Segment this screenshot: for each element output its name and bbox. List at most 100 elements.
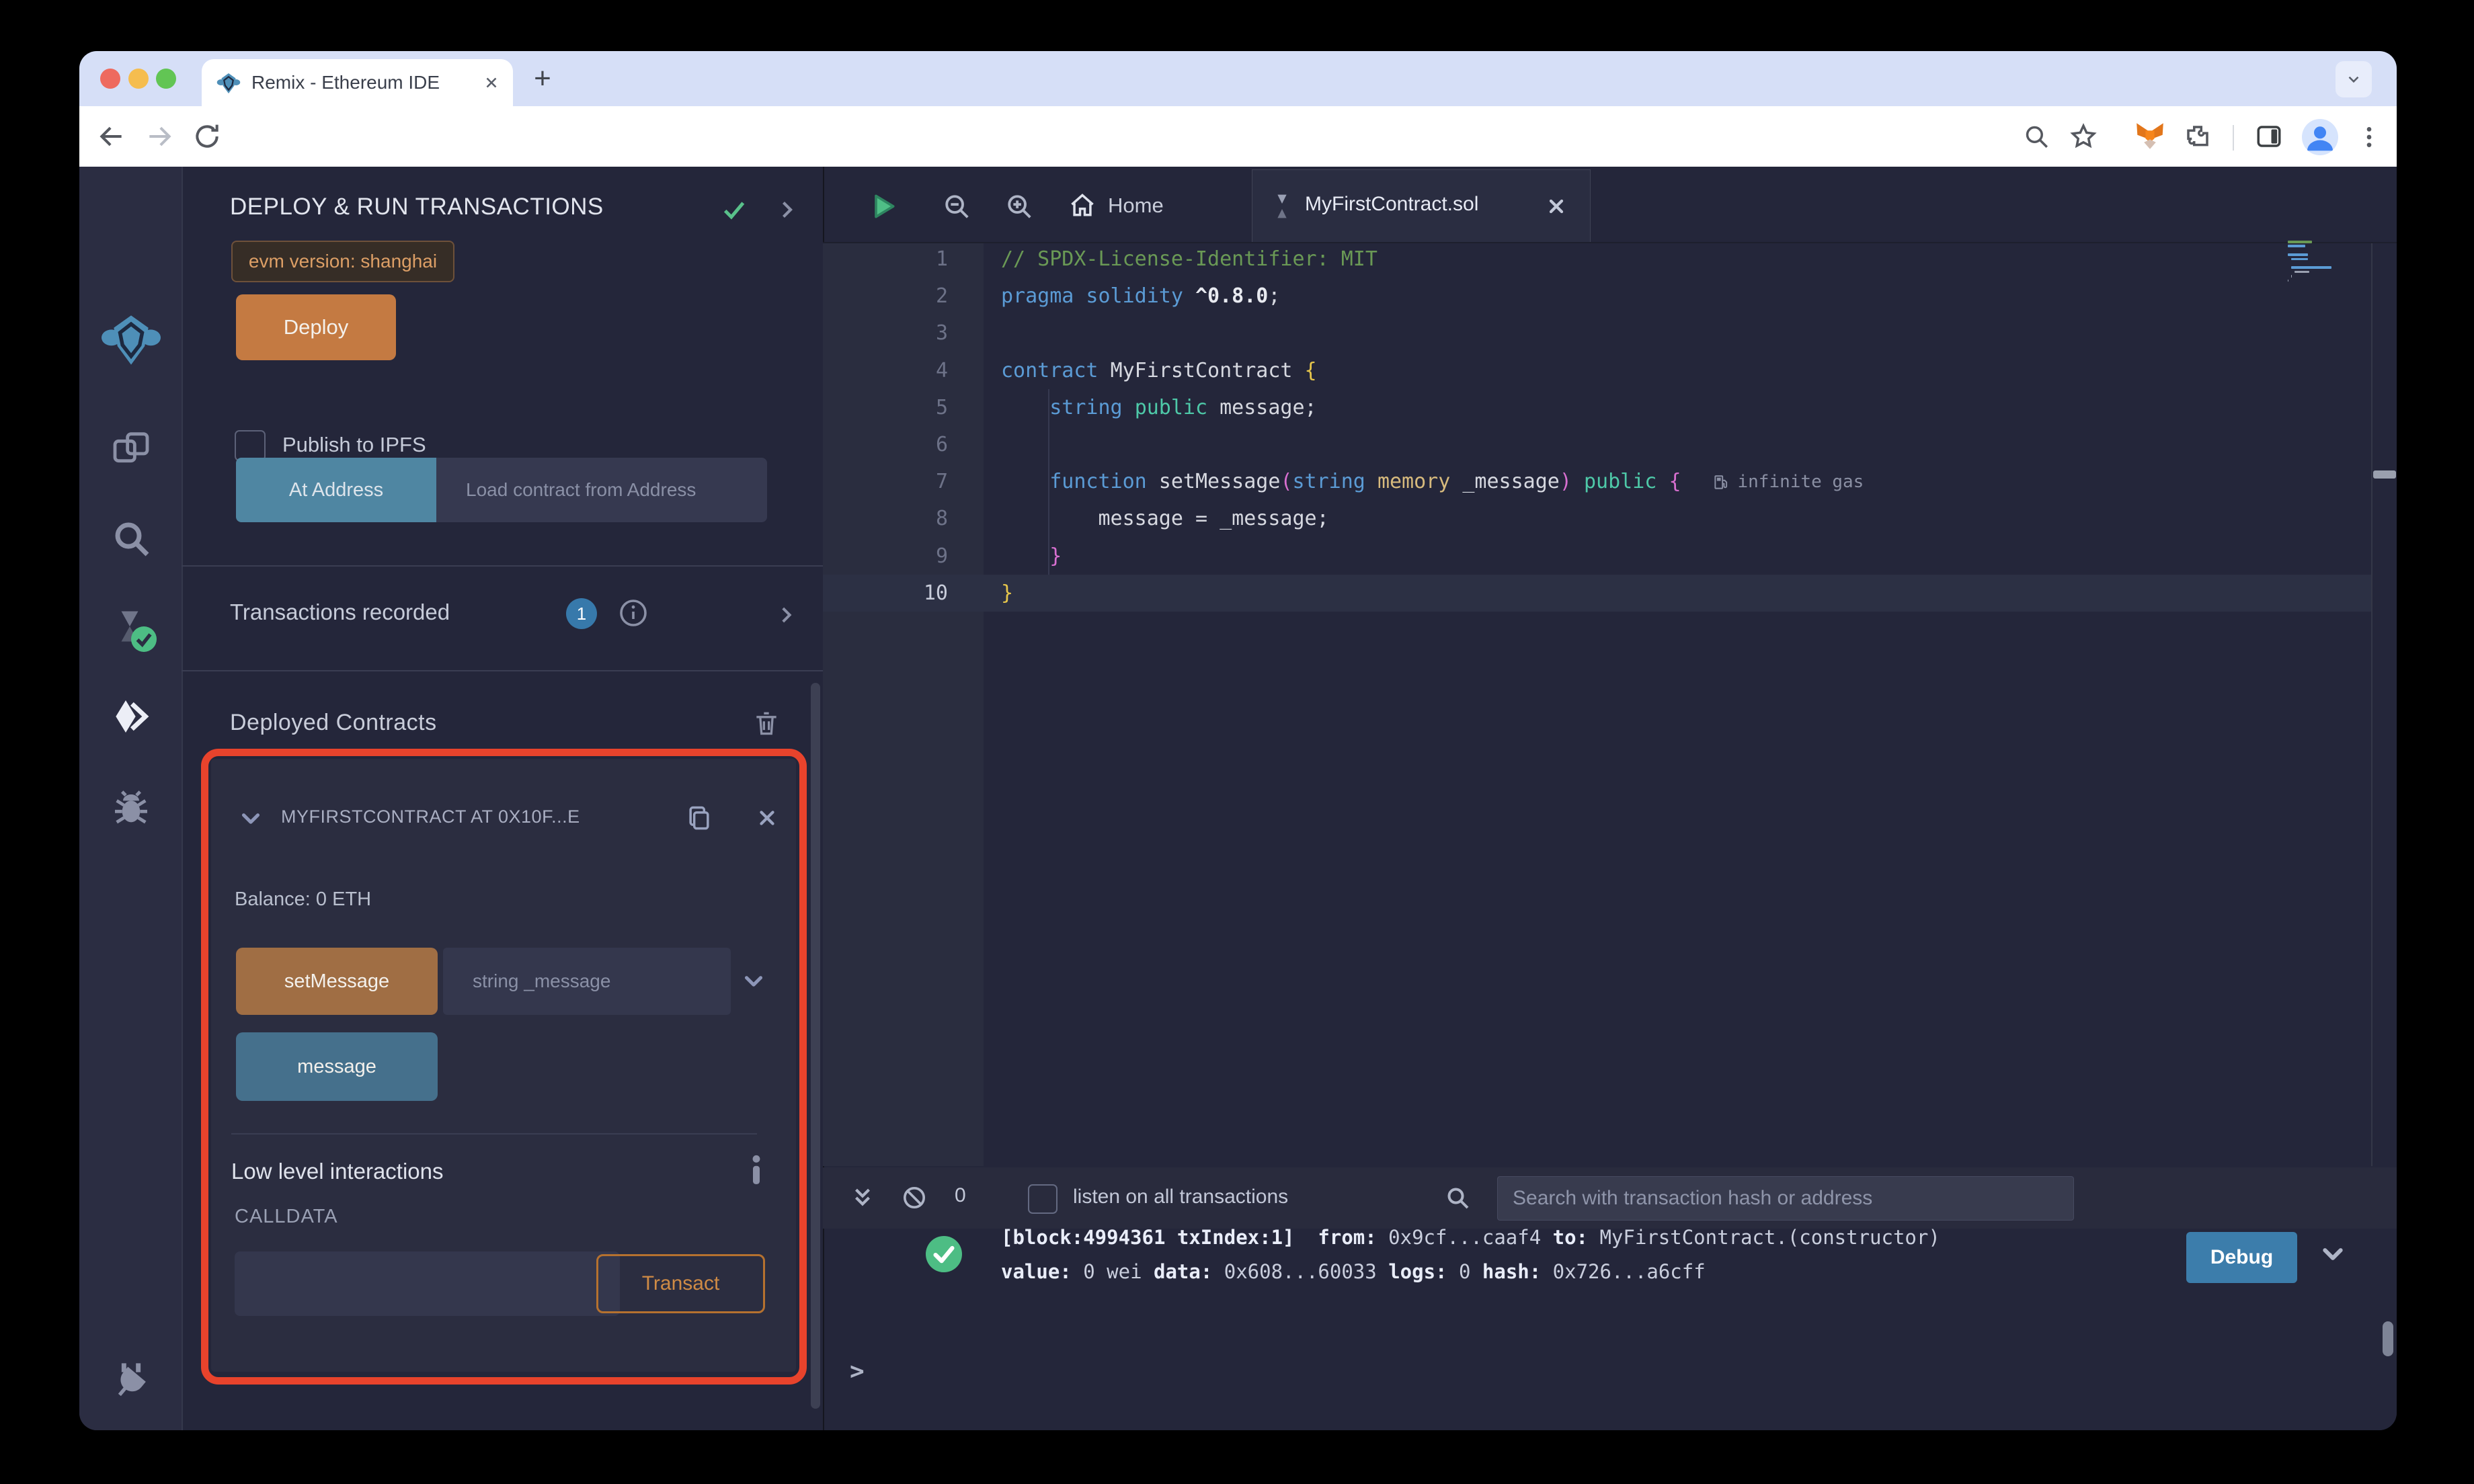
debug-button[interactable]: Debug <box>2186 1232 2297 1283</box>
code-editor[interactable]: 1// SPDX-License-Identifier: MIT 2 pragma … <box>823 241 2371 612</box>
calldata-input[interactable] <box>235 1251 620 1316</box>
log-expand-chevron-icon[interactable] <box>2319 1241 2346 1268</box>
back-icon[interactable] <box>97 122 126 151</box>
terminal-log: [block:4994361 txIndex:1] from: 0x9cf...… <box>1001 1221 2265 1289</box>
terminal-scrollbar[interactable] <box>2383 1321 2393 1356</box>
bookmark-star-icon[interactable] <box>2069 122 2098 151</box>
contract-collapse-chevron-icon[interactable] <box>238 807 264 831</box>
set-message-input[interactable] <box>443 948 731 1015</box>
file-explorer-icon[interactable] <box>110 427 153 470</box>
tab-home[interactable]: Home <box>1068 186 1164 226</box>
transactions-recorded-label: Transactions recorded <box>230 600 450 624</box>
terminal-prompt[interactable]: > <box>850 1358 865 1385</box>
panel-scrollbar[interactable] <box>811 683 820 1409</box>
listen-checkbox[interactable] <box>1028 1184 1058 1214</box>
clear-console-icon[interactable] <box>901 1184 928 1211</box>
contract-close-icon[interactable] <box>756 807 779 829</box>
browser-toolbar: remix.ethereum.org/#lang=en&optimize=fal… <box>79 106 2397 212</box>
code-line: 8 message = _message; <box>935 507 1329 531</box>
code-line: 6 <box>935 432 948 456</box>
publish-ipfs-label: Publish to IPFS <box>282 433 426 456</box>
menu-kebab-icon[interactable] <box>2356 124 2383 151</box>
run-script-play-icon[interactable] <box>869 191 898 222</box>
code-line: 10} <box>823 574 2371 612</box>
minimap[interactable] <box>2288 241 2358 294</box>
low-level-title: Low level interactions <box>231 1159 444 1184</box>
panel-expand-chevron-icon[interactable] <box>774 198 799 222</box>
home-tab-label: Home <box>1108 194 1164 217</box>
zoom-in-icon[interactable] <box>1004 191 1035 222</box>
deployed-contracts-title: Deployed Contracts <box>230 710 437 735</box>
new-tab-button[interactable]: + <box>526 62 559 95</box>
side-panel-icon[interactable] <box>2255 122 2283 151</box>
solidity-file-icon <box>1271 193 1293 220</box>
reload-icon[interactable] <box>192 122 222 151</box>
forward-icon[interactable] <box>145 122 174 151</box>
icon-panel <box>79 167 183 1430</box>
terminal-search-input[interactable] <box>1497 1176 2074 1221</box>
trash-icon[interactable] <box>752 707 781 739</box>
code-line: 7 function setMessage(string memory _mes… <box>823 463 2371 500</box>
tab-myfirstcontract[interactable]: MyFirstContract.sol <box>1252 169 1591 243</box>
search-icon[interactable] <box>110 517 153 560</box>
tab-title: Remix - Ethereum IDE <box>251 72 440 93</box>
transactions-info-icon[interactable] <box>617 597 649 629</box>
file-tab-label: MyFirstContract.sol <box>1305 193 1479 215</box>
evm-version-badge: evm version: shanghai <box>231 241 454 282</box>
log-line: [block:4994361 txIndex:1] from: 0x9cf...… <box>1001 1226 1952 1249</box>
browser-window: Remix - Ethereum IDE + remix.ethereum.or… <box>79 51 2397 1430</box>
traffic-light-close[interactable] <box>100 69 120 89</box>
transact-button[interactable]: Transact <box>596 1254 765 1313</box>
remix-logo-icon[interactable] <box>102 311 161 370</box>
traffic-light-zoom[interactable] <box>156 69 176 89</box>
gas-pump-icon: infinite gas <box>1712 464 1864 501</box>
set-message-expand-chevron-icon[interactable] <box>741 969 766 993</box>
compiled-check-icon <box>131 626 157 652</box>
section-divider <box>182 565 823 567</box>
tab-close-icon[interactable] <box>483 74 500 91</box>
terminal-bar: 0 listen on all transactions <box>823 1167 2397 1229</box>
at-address-input[interactable] <box>436 458 767 522</box>
debugger-bug-icon[interactable] <box>110 786 153 829</box>
metamask-icon[interactable] <box>2135 122 2165 151</box>
zoom-out-icon[interactable] <box>941 191 972 222</box>
profile-avatar[interactable] <box>2302 119 2338 155</box>
deploy-run-icon[interactable] <box>110 695 153 738</box>
editor-scrollbar-mark[interactable] <box>2373 470 2396 479</box>
code-line: 9 } <box>935 544 1062 568</box>
section-divider <box>182 670 823 671</box>
publish-ipfs-checkbox[interactable] <box>235 430 266 461</box>
contract-balance: Balance: 0 ETH <box>235 889 372 910</box>
browser-tab-strip: Remix - Ethereum IDE + <box>79 51 2397 106</box>
tab-search-chevron-icon[interactable] <box>2336 61 2372 97</box>
zoom-page-icon[interactable] <box>2022 122 2050 151</box>
traffic-light-minimize[interactable] <box>128 69 149 89</box>
code-line: 3 <box>935 321 948 345</box>
file-tab-close-icon[interactable] <box>1546 196 1567 217</box>
at-address-button[interactable]: At Address <box>236 458 436 522</box>
extensions-puzzle-icon[interactable] <box>2184 122 2212 151</box>
deploy-button[interactable]: Deploy <box>236 294 396 360</box>
calldata-label: CALLDATA <box>235 1206 338 1227</box>
code-line: 1// SPDX-License-Identifier: MIT <box>935 247 1378 271</box>
plugin-manager-icon[interactable] <box>110 1360 153 1403</box>
solidity-compiler-icon[interactable] <box>110 605 157 652</box>
message-button[interactable]: message <box>236 1032 438 1101</box>
copy-address-icon[interactable] <box>684 802 714 835</box>
collapse-terminal-icon[interactable] <box>850 1182 875 1213</box>
panel-title: DEPLOY & RUN TRANSACTIONS <box>230 194 604 220</box>
code-line: 5 string public message; <box>935 395 1317 419</box>
low-level-info-icon[interactable] <box>749 1153 764 1187</box>
browser-tab[interactable]: Remix - Ethereum IDE <box>202 59 513 106</box>
log-line: value: 0 wei data: 0x608...60033 logs: 0… <box>1001 1260 1706 1283</box>
home-icon <box>1068 191 1097 220</box>
panel-check-icon <box>719 196 749 223</box>
listen-label: listen on all transactions <box>1073 1186 1289 1208</box>
terminal-search-icon <box>1444 1184 1471 1211</box>
transactions-count-badge: 1 <box>566 598 597 629</box>
contract-title: MYFIRSTCONTRACT AT 0X10F...E <box>281 807 580 827</box>
set-message-button[interactable]: setMessage <box>236 948 438 1015</box>
transactions-expand-chevron-icon[interactable] <box>774 604 797 626</box>
card-divider <box>231 1133 757 1135</box>
toolbar-separator <box>2233 125 2234 151</box>
